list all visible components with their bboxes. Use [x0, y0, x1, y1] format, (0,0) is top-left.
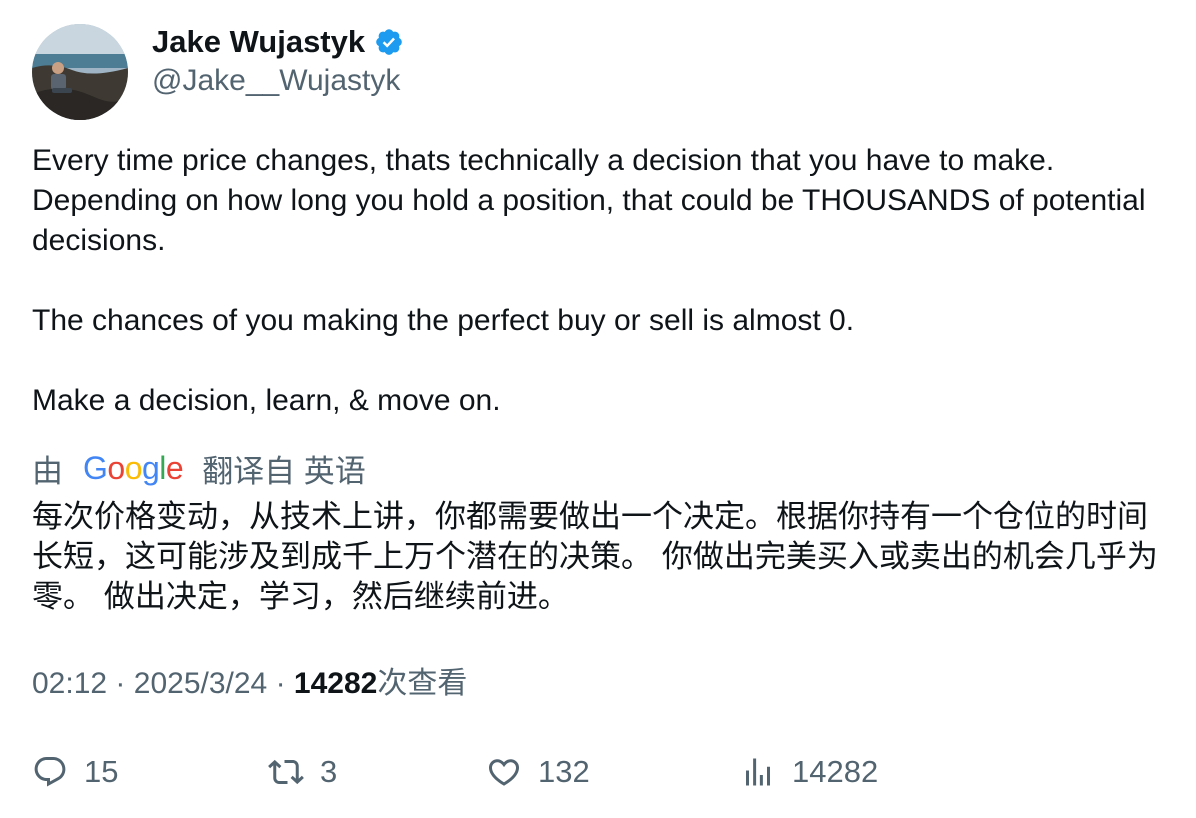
tweet-spacer: ​	[32, 341, 1172, 381]
translation-attribution: 由 Google 翻译自 英语	[32, 447, 366, 489]
tweet-spacer: ​	[32, 261, 1172, 301]
action-bar: 15 3 132 14282	[32, 750, 1172, 794]
tweet-date[interactable]: 2025/3/24	[134, 667, 267, 700]
views-label: 次查看	[377, 667, 468, 700]
views-link[interactable]: 14282次查看	[294, 667, 467, 700]
author-handle[interactable]: @Jake__Wujastyk	[152, 62, 400, 100]
meta-separator: ·	[275, 667, 286, 700]
avatar[interactable]	[32, 24, 128, 120]
analytics-bar-icon	[746, 758, 770, 786]
google-logo-letter: G	[83, 449, 108, 486]
translation-prefix: 由	[32, 453, 63, 489]
views-count: 14282	[293, 667, 378, 700]
reply-count: 15	[84, 754, 119, 789]
author-name-text[interactable]: Jake Wujastyk	[152, 22, 365, 62]
reply-button[interactable]: 15	[32, 750, 118, 794]
google-logo-letter: g	[141, 449, 160, 486]
google-logo-letter: e	[165, 449, 184, 486]
tweet-time[interactable]: 02:12	[32, 667, 107, 700]
reply-icon	[34, 757, 66, 787]
translation-source-language[interactable]: 翻译自 英语	[202, 446, 366, 491]
translated-text: 每次价格变动，从技术上讲，你都需要做出一个决定。根据你持有一个仓位的时间长短，这…	[32, 499, 1158, 615]
meta-separator: ·	[115, 667, 126, 700]
google-logo-letter: l	[159, 449, 166, 486]
heart-icon	[488, 759, 520, 786]
tweet-paragraph: Every time price changes, thats technica…	[32, 144, 1154, 257]
like-button[interactable]: 132	[486, 750, 590, 794]
retweet-icon	[268, 759, 304, 785]
retweet-button[interactable]: 3	[268, 750, 337, 794]
author-name[interactable]: Jake Wujastyk	[152, 22, 404, 62]
retweet-count: 3	[320, 754, 338, 789]
views-count-action: 14282	[792, 754, 879, 789]
tweet-meta: 02:12 · 2025/3/24 · 14282次查看	[32, 664, 467, 704]
views-button[interactable]: 14282	[740, 750, 878, 794]
tweet-text: Every time price changes, thats technica…	[32, 141, 1172, 421]
google-logo-letter: o	[124, 449, 143, 486]
google-logo-icon: Google	[83, 449, 184, 487]
tweet-paragraph: The chances of you making the perfect bu…	[32, 304, 855, 337]
tweet-paragraph: Make a decision, learn, & move on.	[32, 384, 501, 417]
like-count: 132	[538, 754, 590, 789]
verified-badge-icon[interactable]	[374, 27, 404, 57]
google-logo-letter: o	[107, 449, 125, 486]
avatar-photo	[32, 24, 128, 120]
